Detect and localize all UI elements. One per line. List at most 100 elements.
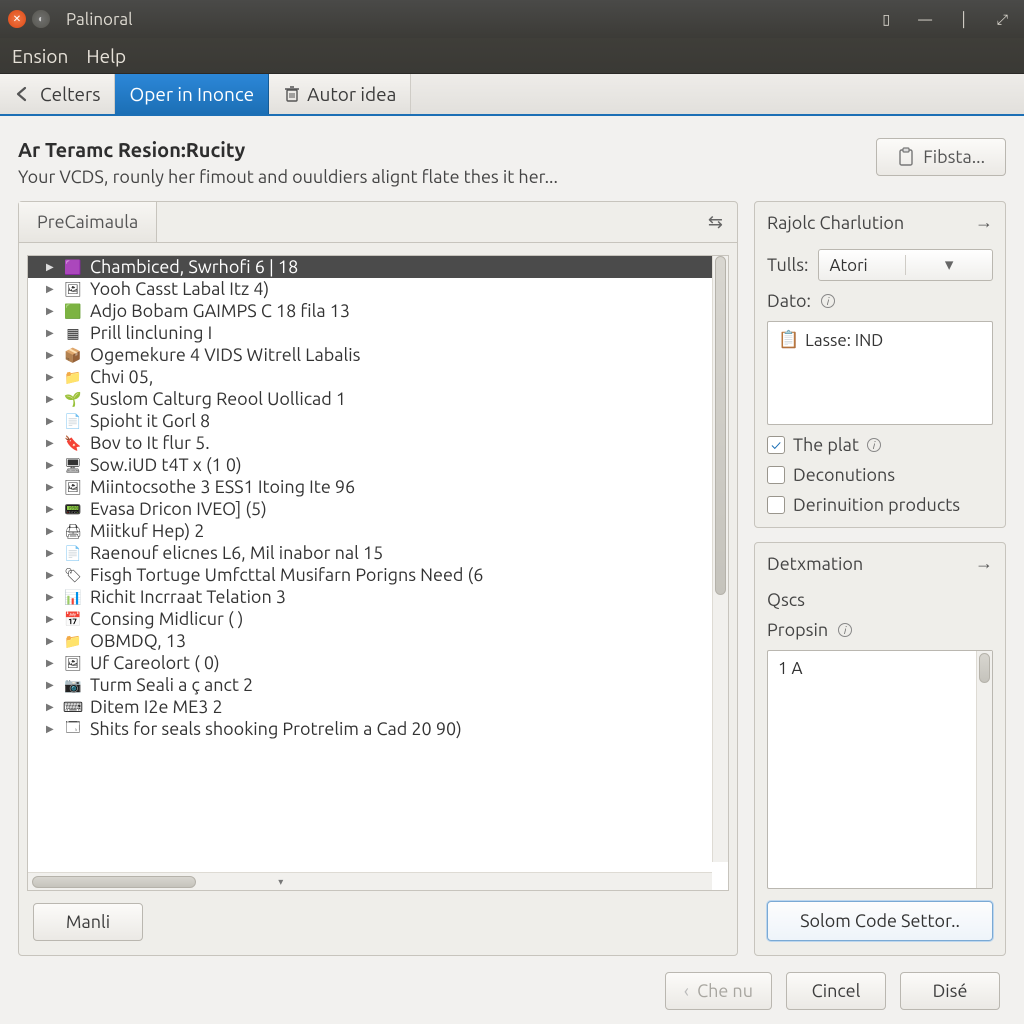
disclosure-icon: ▶ [46,503,56,515]
disclosure-icon: ▶ [46,569,56,581]
toolbar: Celters Oper in Inonce Autor idea [0,74,1024,116]
info-icon[interactable]: i [867,438,881,452]
chk-deconutions[interactable]: Deconutions [767,465,993,485]
tree-row-label: Spioht it Gorl 8 [90,411,210,431]
tree-row[interactable]: ▶⌨Ditem I2e ME3 2 [28,696,712,718]
printer-icon: 🖨 [64,523,82,539]
che-button[interactable]: ‹ Che nu [665,972,772,1010]
disclosure-icon: ▶ [46,679,56,691]
trash-icon [283,85,301,103]
tree-row-label: Sow.iUD t4T x (1 0) [90,455,242,475]
tree-row[interactable]: ▶🖼Uf Careolort ( 0) [28,652,712,674]
tree-row-label: Richit Incrraat Telation 3 [90,587,286,607]
arrow-right-icon[interactable]: → [975,212,993,233]
swap-icon[interactable]: ⇆ [694,204,737,241]
disclosure-icon: ▶ [46,613,56,625]
arrow-right-icon[interactable]: → [975,553,993,574]
tree-row[interactable]: ▶📁Chvi 05, [28,366,712,388]
chevron-down-icon: ▾ [905,255,992,275]
checkbox-checked-icon: ✓ [767,436,785,454]
tree-row-label: Miitkuf Hep) 2 [90,521,204,541]
left-panel-header: PreCaimaula ⇆ [19,202,737,243]
info-icon[interactable]: i [838,623,852,637]
page-title: Ar Teramc Resion:Rucity [18,138,558,161]
window-controls: ▯ — │ ⤢ [882,11,1016,28]
tree-row[interactable]: ▶📄Spioht it Gorl 8 [28,410,712,432]
dise-button[interactable]: Disé [900,972,1000,1010]
tree-row[interactable]: ▶🏷Fisgh Tortuge Umfcttal Musifarn Porign… [28,564,712,586]
tree-row[interactable]: ▶📟Evasa Dricon IVEO] (5) [28,498,712,520]
chart-icon: 📊 [64,589,82,605]
scrollbar-vertical[interactable] [712,256,728,862]
devices-icon[interactable]: ▯ [882,11,890,28]
expand-icon[interactable]: ⤢ [997,11,1008,28]
checkbox-icon [767,496,785,514]
tree-row[interactable]: ▶📊Richit Incrraat Telation 3 [28,586,712,608]
info-icon[interactable]: i [821,294,835,308]
plant-icon: 🌱 [64,391,82,407]
tree-row-label: Ogemekure 4 VIDS Witrell Labalis [90,345,360,365]
propsin-label: Propsin [767,620,828,640]
tree-row[interactable]: ▶🔖Bov to It flur 5. [28,432,712,454]
page-subtitle: Your VCDS, rounly her fimout and ouuldie… [18,167,558,187]
img-photo-icon: 🖼 [64,479,82,495]
left-panel: PreCaimaula ⇆ ▶🟪Chambiced, Swrhofi 6 | 1… [18,201,738,956]
disclosure-icon: ▶ [46,547,56,559]
tree-row-label: Bov to It flur 5. [90,433,210,453]
tree: ▶🟪Chambiced, Swrhofi 6 | 18▶🖼Yooh Casst … [27,255,729,891]
open-in-inonce-button[interactable]: Oper in Inonce [115,74,269,114]
detxmation-content: 1 A [778,659,803,678]
tree-row[interactable]: ▶🟩Adjo Bobam GAIMPS C 18 fila 13 [28,300,712,322]
scrollbar-vertical[interactable] [976,651,992,888]
disclosure-icon: ▶ [46,327,56,339]
window-title: Palinoral [66,10,133,29]
tulls-value: Atori [819,256,905,275]
tab-precaimaula[interactable]: PreCaimaula [19,202,157,242]
back-icon [14,85,34,103]
maximize-icon[interactable]: │ [960,11,969,28]
tree-row[interactable]: ▶🖼Miintocsothe 3 ESS1 Itoing Ite 96 [28,476,712,498]
tree-row[interactable]: ▶📁OBMDQ, 13 [28,630,712,652]
tree-row-label: Chvi 05, [90,367,153,387]
manli-button[interactable]: Manli [33,903,143,941]
minimize-icon[interactable]: — [918,11,932,28]
tree-row[interactable]: ▶🟪Chambiced, Swrhofi 6 | 18 [28,256,712,278]
back-button[interactable]: Celters [0,74,115,114]
tree-row[interactable]: ▶📄Raenouf elicnes L6, Mil inabor nal 15 [28,542,712,564]
cincel-button[interactable]: Cincel [786,972,886,1010]
autor-idea-label: Autor idea [307,83,396,105]
disclosure-icon: ▶ [46,635,56,647]
tree-row-label: Chambiced, Swrhofi 6 | 18 [90,257,298,277]
window-menu-icon[interactable]: ◐ [32,10,50,28]
chk-the-plat[interactable]: ✓ The plat i [767,435,993,455]
lasse-box: 📋 Lasse: IND [767,321,993,425]
disclosure-icon: ▶ [46,415,56,427]
solom-code-settor-button[interactable]: Solom Code Settor.. [767,901,993,941]
tree-row[interactable]: ▶🖼Yooh Casst Labal Itz 4) [28,278,712,300]
tree-row[interactable]: ▶🗔Shits for seals shooking Protrelim a C… [28,718,712,740]
chk-derinuition[interactable]: Derinuition products [767,495,993,515]
tree-row-label: Miintocsothe 3 ESS1 Itoing Ite 96 [90,477,355,497]
img-photo-icon: 🖼 [64,281,82,297]
tree-row[interactable]: ▶📦Ogemekure 4 VIDS Witrell Labalis [28,344,712,366]
scrollbar-horizontal[interactable]: ▾ [28,872,712,890]
tulls-select[interactable]: Atori ▾ [818,249,993,281]
disclosure-icon: ▶ [46,459,56,471]
detxmation-textarea[interactable]: 1 A [767,650,993,889]
tree-row-label: Prill lincluning I [90,323,212,343]
tree-row[interactable]: ▶ 📅 Consing Midlicur ( ) [28,608,712,630]
tree-row[interactable]: ▶🖥Sow.iUD t4T x (1 0) [28,454,712,476]
tree-row-label: OBMDQ, 13 [90,631,186,651]
menu-help[interactable]: Help [86,45,126,67]
fibsta-button[interactable]: Fibsta... [876,138,1006,176]
tree-row[interactable]: ▶🖨Miitkuf Hep) 2 [28,520,712,542]
autor-idea-button[interactable]: Autor idea [269,74,411,114]
tree-row-label: Consing Midlicur ( ) [90,609,243,629]
tree-row[interactable]: ▶▦Prill lincluning I [28,322,712,344]
tree-row[interactable]: ▶🌱Suslom Calturg Reool Uollicad 1 [28,388,712,410]
calendar-icon: 📅 [64,611,82,627]
tree-row[interactable]: ▶📷Turm Seali a ç anct 2 [28,674,712,696]
menu-ension[interactable]: Ension [12,45,68,67]
device-icon: 📟 [64,501,82,517]
close-icon[interactable]: ✕ [8,10,26,28]
